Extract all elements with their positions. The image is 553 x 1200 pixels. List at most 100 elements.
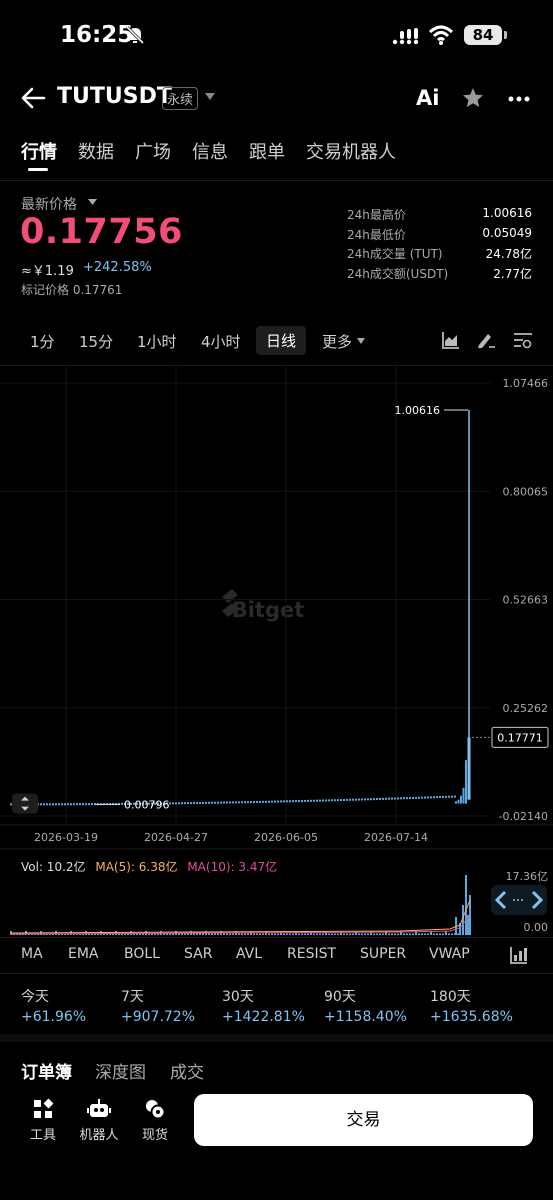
ma10-value: MA(10): 3.47亿 bbox=[187, 860, 278, 874]
back-arrow-icon[interactable] bbox=[20, 86, 46, 110]
volume-bar bbox=[262, 933, 264, 935]
candle bbox=[376, 798, 378, 801]
candle bbox=[241, 801, 243, 804]
volume-bar bbox=[169, 933, 171, 935]
candle bbox=[46, 803, 48, 806]
stat-row: 24h成交量 (TUT) 24.78亿 bbox=[347, 245, 532, 265]
indicator-vwap[interactable]: VWAP bbox=[429, 946, 470, 962]
indicator-resist[interactable]: RESIST bbox=[287, 946, 336, 962]
interval-1m[interactable]: 1分 bbox=[30, 331, 55, 352]
candle bbox=[391, 797, 393, 800]
ai-button[interactable]: Ai bbox=[416, 86, 439, 110]
volume-bar bbox=[322, 933, 324, 935]
tab-copy-trading[interactable]: 跟单 bbox=[249, 138, 285, 164]
volume-bar bbox=[277, 933, 279, 935]
symbol-title[interactable]: TUTUSDT bbox=[57, 84, 172, 109]
nav-robot[interactable]: 机器人 bbox=[74, 1098, 124, 1143]
volume-bar bbox=[361, 933, 363, 935]
indicator-sar[interactable]: SAR bbox=[184, 946, 212, 962]
tab-market[interactable]: 行情 bbox=[21, 138, 57, 164]
favorite-star-icon[interactable] bbox=[461, 86, 485, 110]
chevron-down-icon[interactable] bbox=[205, 93, 215, 100]
indicator-avl[interactable]: AVL bbox=[236, 946, 262, 962]
y-tick-label: 0.80065 bbox=[503, 485, 549, 498]
candle bbox=[49, 803, 51, 806]
scroll-latest-button[interactable] bbox=[491, 885, 547, 915]
interval-15m[interactable]: 15分 bbox=[79, 331, 113, 352]
candle bbox=[295, 800, 297, 803]
perf-label: 30天 bbox=[222, 989, 254, 1005]
volume-bar bbox=[217, 933, 219, 935]
volume-bar bbox=[292, 933, 294, 935]
indicator-ma[interactable]: MA bbox=[21, 946, 43, 962]
cellular-signal-icon bbox=[392, 28, 419, 45]
tab-square[interactable]: 广场 bbox=[135, 138, 171, 164]
candle bbox=[316, 799, 318, 802]
candle bbox=[445, 795, 447, 798]
interval-1h[interactable]: 1小时 bbox=[137, 331, 177, 352]
candle bbox=[400, 797, 402, 800]
trade-button[interactable]: 交易 bbox=[194, 1094, 533, 1146]
interval-1d[interactable]: 日线 bbox=[256, 326, 307, 355]
tab-data[interactable]: 数据 bbox=[78, 138, 114, 164]
candle bbox=[70, 803, 72, 806]
candle bbox=[415, 796, 417, 799]
perf-label: 今天 bbox=[21, 989, 49, 1005]
tab-trades[interactable]: 成交 bbox=[170, 1058, 204, 1083]
tab-depth[interactable]: 深度图 bbox=[95, 1058, 146, 1083]
last-price-label[interactable]: 最新价格 bbox=[21, 194, 77, 214]
robot-icon bbox=[87, 1099, 111, 1117]
volume-bar bbox=[397, 933, 399, 935]
candle bbox=[55, 803, 57, 806]
volume-bar bbox=[259, 933, 261, 935]
candle bbox=[40, 803, 42, 806]
volume-bar bbox=[448, 933, 450, 935]
perf-180d: 180天 +1635.68% bbox=[430, 986, 513, 1025]
volume-bar bbox=[181, 933, 183, 935]
indicator-ema[interactable]: EMA bbox=[68, 946, 99, 962]
volume-bar bbox=[433, 933, 435, 935]
candle bbox=[460, 795, 462, 804]
candle bbox=[271, 800, 273, 803]
volume-bar bbox=[307, 933, 309, 935]
perf-label: 90天 bbox=[324, 989, 356, 1005]
indicator-boll[interactable]: BOLL bbox=[124, 946, 160, 962]
volume-bar bbox=[406, 933, 408, 935]
chart-settings-icon[interactable] bbox=[513, 331, 533, 349]
spot-icon bbox=[146, 1100, 166, 1120]
tab-orderbook[interactable]: 订单簿 bbox=[21, 1058, 72, 1083]
volume-value: Vol: 10.2亿 bbox=[21, 860, 86, 874]
volume-bar bbox=[238, 933, 240, 935]
stat-value: 24.78亿 bbox=[485, 247, 532, 261]
volume-bar bbox=[394, 933, 396, 935]
active-tab-indicator bbox=[28, 168, 48, 171]
chevron-down-icon[interactable] bbox=[88, 199, 97, 205]
candle bbox=[397, 797, 399, 800]
perf-value: +1635.68% bbox=[430, 1009, 513, 1025]
battery-indicator: 84 bbox=[464, 25, 502, 45]
candle bbox=[280, 800, 282, 803]
interval-more[interactable]: 更多 bbox=[322, 331, 352, 352]
nav-tools[interactable]: 工具 bbox=[18, 1098, 68, 1143]
price-chart[interactable]: Bitget 1.07466 0.80065 0.52663 0.25262 -0.02… bbox=[0, 365, 553, 940]
volume-bar bbox=[298, 933, 300, 935]
volume-bar bbox=[436, 933, 438, 935]
volume-bar bbox=[367, 933, 369, 935]
volume-bar bbox=[442, 933, 444, 935]
volume-min-tick: 0.00 bbox=[524, 921, 549, 934]
interval-4h[interactable]: 4小时 bbox=[201, 331, 241, 352]
candle bbox=[229, 801, 231, 804]
more-menu-icon[interactable] bbox=[508, 96, 530, 102]
tab-trading-bot[interactable]: 交易机器人 bbox=[306, 138, 396, 164]
indicator-super[interactable]: SUPER bbox=[360, 946, 406, 962]
drawing-tool-icon[interactable] bbox=[477, 331, 497, 349]
indicator-settings-icon[interactable] bbox=[510, 946, 528, 964]
chevron-down-icon[interactable] bbox=[357, 338, 365, 344]
volume-bar bbox=[427, 933, 429, 935]
volume-bar bbox=[247, 933, 249, 935]
volume-bar bbox=[271, 933, 273, 935]
tab-info[interactable]: 信息 bbox=[192, 138, 228, 164]
stats-24h: 24h最高价 1.00616 24h最低价 0.05049 24h成交量 (TUT)… bbox=[347, 206, 532, 284]
nav-spot[interactable]: 现货 bbox=[130, 1098, 180, 1143]
chart-type-icon[interactable] bbox=[442, 331, 460, 349]
